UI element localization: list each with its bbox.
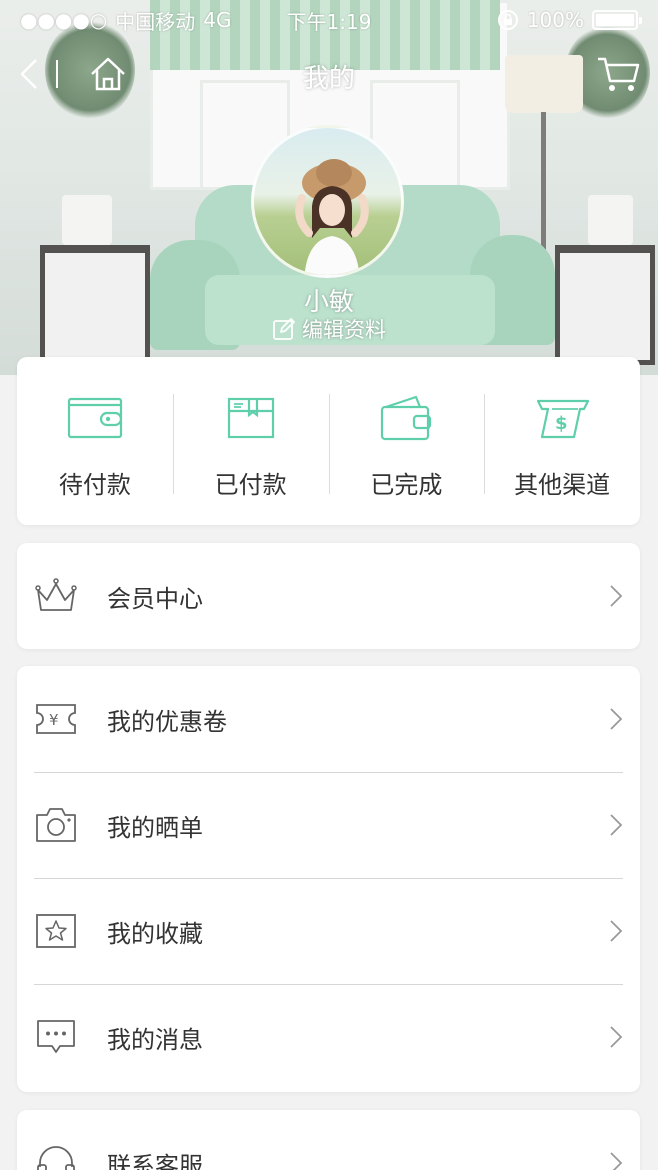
status-right: 100% <box>378 8 642 32</box>
menu-item-label: 联系客服 <box>107 1151 203 1170</box>
order-other-channel[interactable]: $ 其他渠道 <box>484 357 640 525</box>
avatar-portrait <box>295 159 369 275</box>
menu-item-label: 我的优惠卷 <box>107 707 227 736</box>
wallet-icon <box>67 397 122 439</box>
rotation-lock-icon <box>497 10 518 30</box>
avatar[interactable] <box>251 125 404 278</box>
crown-icon <box>34 574 78 618</box>
menu-item-photo-reviews[interactable]: 我的晒单 <box>17 772 640 878</box>
order-label: 待付款 <box>58 471 131 499</box>
customer-service-card: 联系客服 <box>17 1110 640 1170</box>
menu-item-customer-service[interactable]: 联系客服 <box>17 1110 640 1170</box>
chevron-right-icon <box>610 920 623 942</box>
menu-item-vip-center[interactable]: 会员中心 <box>17 543 640 649</box>
order-label: 已付款 <box>214 471 287 499</box>
money-icon: $ <box>537 399 590 439</box>
username: 小敏 <box>303 287 354 316</box>
chevron-right-icon <box>610 585 623 607</box>
nav-bar: 我的 <box>0 48 658 100</box>
status-time: 下午1:19 <box>286 9 372 34</box>
carrier-label: 中国移动 <box>115 9 196 34</box>
order-status-card: 待付款 已付款 已完成 $ 其他渠道 <box>17 357 640 525</box>
menu-item-label: 我的消息 <box>107 1025 203 1054</box>
chevron-right-icon <box>610 1152 623 1170</box>
chevron-right-icon <box>610 708 623 730</box>
network-label: 4G <box>203 8 232 32</box>
purse-icon <box>381 395 432 441</box>
battery-icon <box>592 10 642 30</box>
order-paid[interactable]: 已付款 <box>172 357 329 525</box>
order-label: 已完成 <box>370 471 443 499</box>
order-pending-payment[interactable]: 待付款 <box>17 357 173 525</box>
order-completed[interactable]: 已完成 <box>328 357 485 525</box>
menu-item-favorites[interactable]: 我的收藏 <box>17 878 640 984</box>
menu-item-coupons[interactable]: ¥ 我的优惠卷 <box>17 666 640 772</box>
coupon-icon: ¥ <box>34 697 78 741</box>
svg-text:¥: ¥ <box>49 711 59 729</box>
edit-profile-button[interactable]: 编辑资料 <box>0 314 658 344</box>
menu-item-label: 我的收藏 <box>107 919 203 948</box>
menu-item-label: 会员中心 <box>107 584 203 613</box>
camera-icon <box>34 803 78 847</box>
edit-icon <box>273 318 295 340</box>
order-label: 其他渠道 <box>514 471 611 499</box>
edit-profile-label: 编辑资料 <box>302 318 386 342</box>
cart-icon[interactable] <box>596 54 640 94</box>
menu-item-label: 我的晒单 <box>107 813 203 842</box>
svg-text:$: $ <box>555 413 568 434</box>
star-icon <box>34 909 78 953</box>
chevron-right-icon <box>610 1026 623 1048</box>
status-bar: ●●●●○ 中国移动 4G 下午1:19 100% <box>0 0 658 40</box>
battery-percent: 100% <box>526 8 584 32</box>
menu-item-messages[interactable]: 我的消息 <box>17 984 640 1090</box>
message-icon <box>34 1015 78 1059</box>
headset-icon <box>34 1141 78 1170</box>
signal-icon: ●●●●○ <box>20 8 108 32</box>
chevron-right-icon <box>610 814 623 836</box>
status-left: ●●●●○ 中国移动 4G <box>20 6 280 35</box>
box-icon <box>227 397 274 439</box>
page-title: 我的 <box>302 64 355 94</box>
menu-list-card: ¥ 我的优惠卷 我的晒单 我的收藏 我的消息 <box>17 666 640 1092</box>
vip-center-card: 会员中心 <box>17 543 640 649</box>
